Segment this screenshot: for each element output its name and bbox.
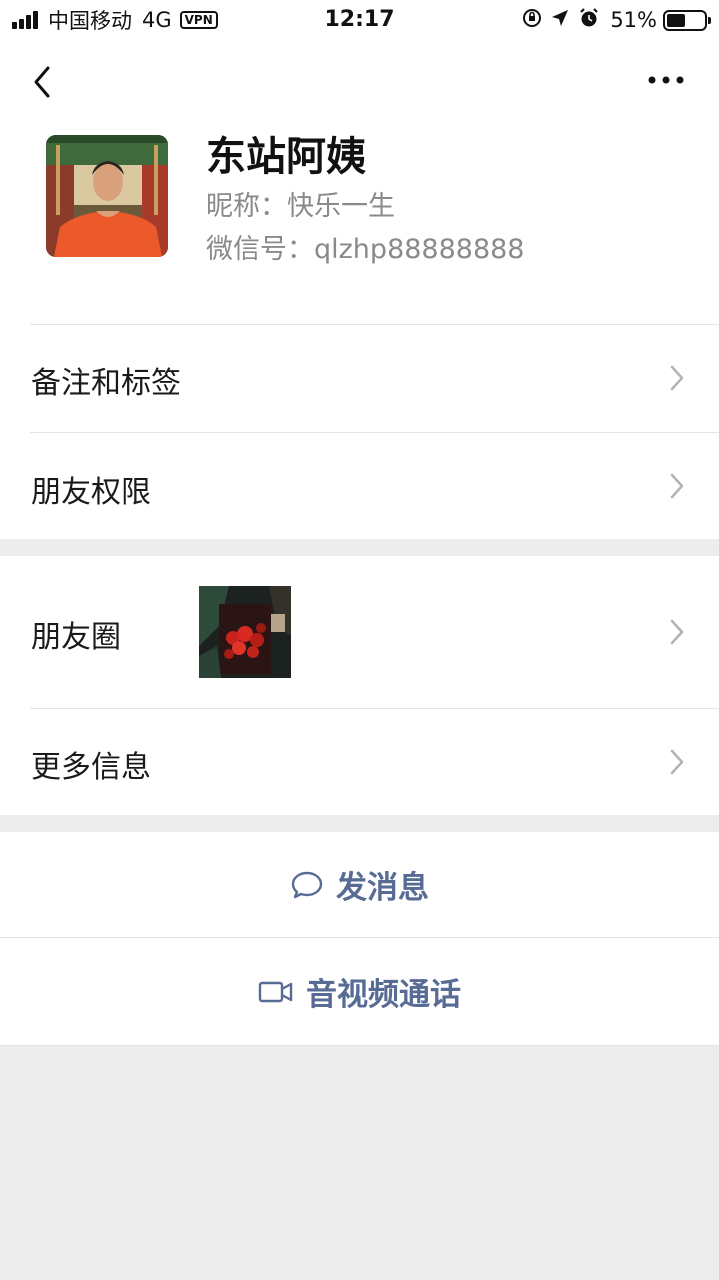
- row-friend-permissions[interactable]: 朋友权限: [0, 432, 719, 539]
- divider: [30, 432, 719, 433]
- avatar-image: [46, 135, 168, 257]
- profile-wechat-id: 微信号：qlzhp88888888: [206, 234, 525, 265]
- row-label: 朋友权限: [31, 475, 151, 510]
- status-bar: 中国移动 4G VPN 12:17 51%: [0, 0, 719, 40]
- battery-icon: [663, 9, 711, 31]
- avatar[interactable]: [46, 135, 168, 257]
- chevron-left-icon: [34, 66, 50, 98]
- alarm-icon: [578, 7, 600, 33]
- video-camera-icon: [258, 979, 294, 1005]
- status-right: 51%: [514, 6, 711, 34]
- row-remarks-tags[interactable]: 备注和标签: [0, 324, 719, 432]
- divider: [30, 708, 719, 709]
- more-dots-icon: [648, 76, 684, 84]
- chevron-right-icon: [670, 365, 684, 391]
- divider: [30, 324, 719, 325]
- chevron-right-icon: [670, 619, 684, 645]
- orientation-lock-icon: [522, 8, 542, 32]
- send-message-label: 发消息: [336, 870, 429, 906]
- battery-percent: 51%: [610, 8, 657, 32]
- chevron-right-icon: [670, 473, 684, 499]
- moments-thumbnail: [199, 586, 291, 678]
- row-more-info[interactable]: 更多信息: [0, 708, 719, 815]
- chat-bubble-icon: [290, 869, 324, 901]
- send-message-button[interactable]: 发消息: [0, 832, 719, 937]
- profile-nickname: 昵称：快乐一生: [206, 191, 395, 222]
- av-call-button[interactable]: 音视频通话: [0, 938, 719, 1045]
- location-arrow-icon: [550, 8, 570, 32]
- divider: [0, 1045, 719, 1046]
- more-button[interactable]: [646, 70, 686, 90]
- row-label: 朋友圈: [31, 620, 121, 655]
- av-call-label: 音视频通话: [306, 977, 461, 1013]
- row-label: 备注和标签: [31, 366, 181, 401]
- row-label: 更多信息: [31, 750, 151, 785]
- profile-header: 东站阿姨 昵称：快乐一生 微信号：qlzhp88888888: [0, 40, 719, 324]
- back-button[interactable]: [28, 62, 58, 102]
- row-moments[interactable]: 朋友圈: [0, 556, 719, 708]
- profile-name: 东站阿姨: [206, 134, 366, 180]
- moments-photo: [199, 586, 291, 678]
- chevron-right-icon: [670, 749, 684, 775]
